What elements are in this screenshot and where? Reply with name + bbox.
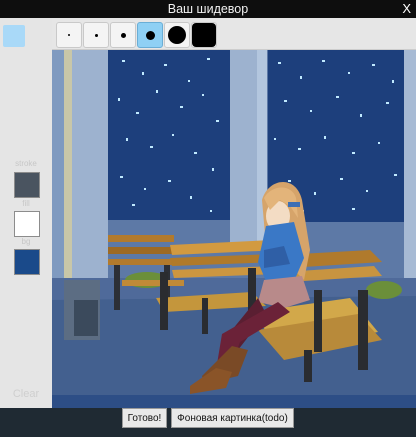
brush-size-small-button[interactable]	[83, 22, 109, 48]
bg-color-swatch[interactable]	[14, 249, 40, 275]
sidebar: stroke fill bg Clear	[0, 18, 52, 408]
brush-size-large-button[interactable]	[137, 22, 163, 48]
stroke-color-swatch[interactable]	[14, 172, 40, 198]
brush-dot-icon	[68, 34, 70, 36]
brush-dot-icon	[120, 32, 126, 38]
brush-dot-icon	[145, 30, 155, 40]
stroke-label: stroke	[15, 159, 37, 168]
background-image-button[interactable]: Фоновая картинка(todo)	[171, 408, 294, 428]
brush-size-xx-large-button[interactable]	[191, 22, 217, 48]
brush-square-icon	[192, 23, 216, 47]
close-button[interactable]: X	[402, 1, 411, 16]
current-color-swatch[interactable]	[3, 25, 25, 47]
drawing-canvas[interactable]	[52, 50, 416, 408]
clear-button[interactable]: Clear	[0, 388, 52, 400]
done-button[interactable]: Готово!	[122, 408, 167, 428]
title-bar: Ваш шидевор X	[0, 0, 416, 18]
bottom-bar: Готово! Фоновая картинка(todo)	[0, 408, 416, 437]
brush-dot-icon	[168, 26, 186, 44]
bg-label: bg	[21, 237, 31, 246]
drawing-artwork	[52, 50, 416, 408]
fill-color-swatch[interactable]	[14, 211, 40, 237]
brush-toolbar	[52, 18, 416, 50]
brush-size-medium-button[interactable]	[110, 22, 136, 48]
window-title: Ваш шидевор	[167, 2, 249, 16]
brush-size-tiny-button[interactable]	[56, 22, 82, 48]
fill-label: fill	[22, 199, 30, 208]
brush-size-x-large-button[interactable]	[164, 22, 190, 48]
brush-dot-icon	[94, 33, 98, 37]
